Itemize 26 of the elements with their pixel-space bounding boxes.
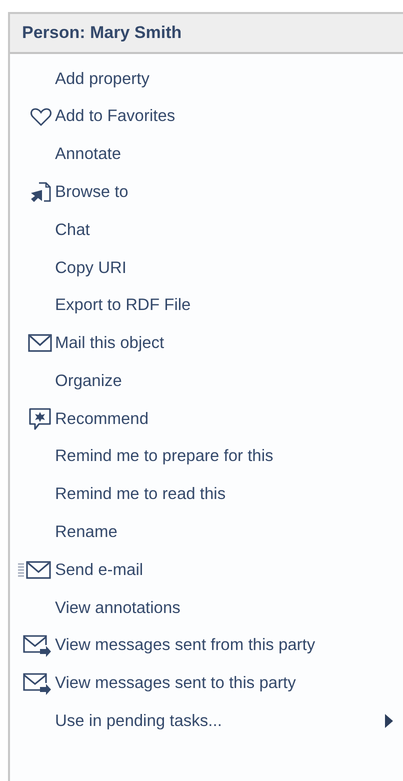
mail-arrow-icon <box>22 672 52 696</box>
document-arrow-icon <box>30 181 52 204</box>
menu-item[interactable]: View messages sent from this party <box>10 626 403 665</box>
menu-item[interactable]: View messages sent to this party <box>10 664 403 703</box>
menu-item[interactable]: Mail this object <box>10 324 403 362</box>
mail-icon <box>18 560 52 580</box>
mail-icon <box>28 333 52 354</box>
menu-item[interactable]: Remind me to read this <box>10 476 403 514</box>
menu-item[interactable]: Use in pending tasks... <box>10 702 403 740</box>
menu-item[interactable]: Remind me to prepare for this <box>10 438 403 476</box>
menu-item[interactable]: View annotations <box>10 589 403 627</box>
menu-item[interactable]: Recommend <box>10 400 403 438</box>
menu-item[interactable]: Organize <box>10 362 403 400</box>
mail-arrow-icon <box>22 634 52 658</box>
menu-title: Person: Mary Smith <box>22 22 182 44</box>
menu-item[interactable]: Export to RDF File <box>10 286 403 325</box>
menu-item[interactable]: Add to Favorites <box>10 98 403 136</box>
menu-item[interactable]: Rename <box>10 514 403 552</box>
menu-item[interactable]: Annotate <box>10 136 403 174</box>
menu-item[interactable]: Add property <box>10 60 403 98</box>
menu-item[interactable]: Copy URI <box>10 248 403 287</box>
menu-item[interactable]: Send e-mail <box>10 551 403 590</box>
heart-icon <box>30 106 52 127</box>
menu-item[interactable]: Chat <box>10 211 403 249</box>
menu-item[interactable]: Browse to <box>10 173 403 212</box>
speech-bubble-star-icon <box>28 407 52 432</box>
